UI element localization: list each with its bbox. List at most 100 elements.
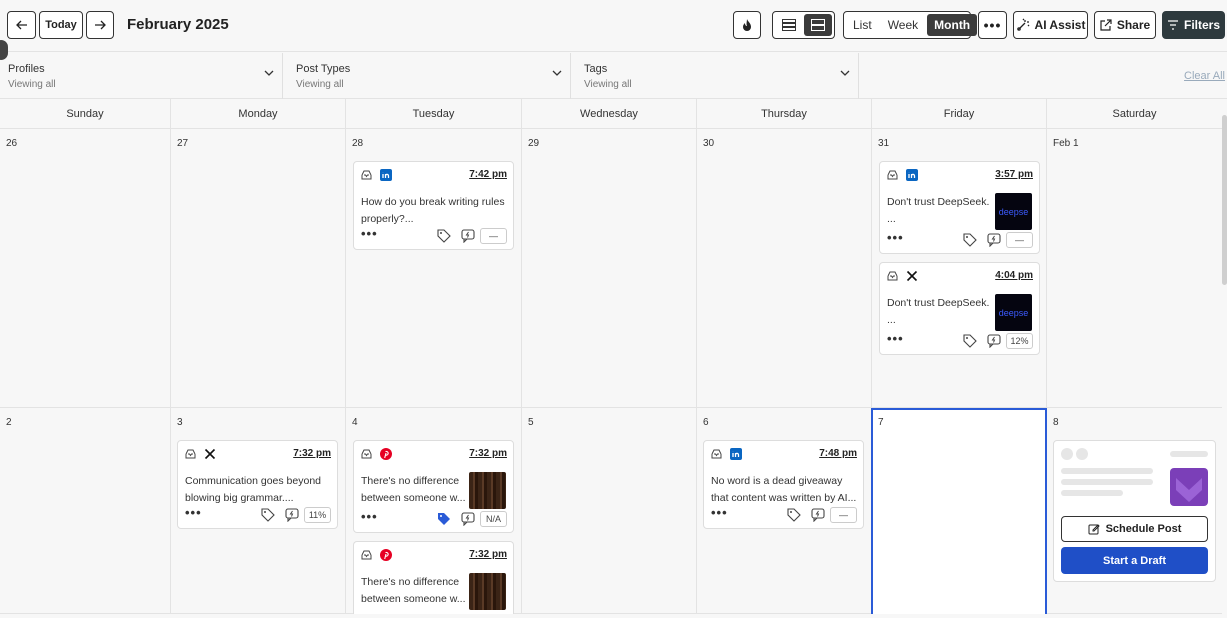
day-cell[interactable]: Feb 1	[1047, 129, 1222, 408]
day-number: 6	[703, 417, 709, 428]
comment-icon[interactable]	[811, 508, 825, 522]
day-number: 5	[528, 417, 534, 428]
schedule-post-button[interactable]: Schedule Post	[1061, 516, 1208, 542]
tag-filled-icon[interactable]	[437, 512, 451, 526]
inbox-icon	[185, 449, 196, 459]
post-time[interactable]: 7:42 pm	[469, 169, 507, 180]
post-card[interactable]: 7:42 pm How do you break writing rules pr…	[353, 161, 514, 250]
ai-assist-label: AI Assist	[1034, 18, 1086, 32]
comment-icon[interactable]	[987, 233, 1001, 247]
tag-icon[interactable]	[963, 334, 977, 348]
post-time[interactable]: 7:32 pm	[469, 448, 507, 459]
post-menu-icon[interactable]: •••	[887, 332, 904, 345]
skeleton-line	[1061, 490, 1123, 496]
post-menu-icon[interactable]: •••	[361, 510, 378, 523]
day-cell-today[interactable]: 7	[871, 408, 1047, 614]
post-text: Don't trust DeepSeek....	[887, 297, 990, 326]
score-badge: —	[480, 228, 507, 244]
new-post-card: Schedule Post Start a Draft	[1053, 440, 1216, 582]
today-button[interactable]: Today	[39, 11, 83, 39]
inbox-icon	[887, 170, 898, 180]
post-menu-icon[interactable]: •••	[887, 231, 904, 244]
post-time[interactable]: 3:57 pm	[995, 169, 1033, 180]
chevron-down-icon	[552, 70, 562, 76]
score-badge: 11%	[304, 507, 331, 523]
tag-icon[interactable]	[261, 508, 275, 522]
post-card[interactable]: 7:48 pm No word is a dead giveaway that c…	[703, 440, 864, 529]
inbox-icon	[361, 170, 372, 180]
prev-month-button[interactable]	[7, 11, 36, 39]
day-number: 4	[352, 417, 358, 428]
post-menu-icon[interactable]: •••	[185, 506, 202, 519]
filter-tags[interactable]: Tags Viewing all	[576, 53, 859, 99]
day-cell[interactable]: 30	[697, 129, 872, 408]
post-menu-icon[interactable]: •••	[361, 227, 378, 240]
post-time[interactable]: 7:32 pm	[469, 549, 507, 560]
comment-icon[interactable]	[285, 508, 299, 522]
view-list-button[interactable]: List	[846, 14, 879, 36]
score-badge: 12%	[1006, 333, 1033, 349]
flame-icon	[743, 19, 751, 31]
day-cell[interactable]: 27	[171, 129, 346, 408]
theme-toggle-button[interactable]	[733, 11, 761, 39]
compact-layout-button[interactable]	[775, 14, 802, 36]
day-cell[interactable]: 26	[0, 129, 171, 408]
filter-label: Post Types	[296, 63, 351, 75]
pinterest-icon	[380, 549, 392, 561]
filter-value: Viewing all	[584, 79, 632, 90]
top-toolbar: Today February 2025 List Week Month ••• …	[0, 0, 1227, 52]
weekday-header: Sunday	[0, 99, 171, 129]
post-card[interactable]: 7:32 pm Communication goes beyond blowing…	[177, 440, 338, 529]
chevron-down-icon	[264, 70, 274, 76]
view-week-button[interactable]: Week	[881, 14, 925, 36]
skeleton-line	[1170, 451, 1208, 457]
expanded-layout-button[interactable]	[804, 14, 832, 36]
vertical-scrollbar[interactable]	[1222, 115, 1227, 285]
skeleton-avatar	[1076, 448, 1088, 460]
comment-icon[interactable]	[461, 512, 475, 526]
post-text: Don't trust DeepSeek....	[887, 196, 990, 225]
day-number: 2	[6, 417, 12, 428]
post-thumbnail: deepse	[995, 294, 1032, 331]
day-cell[interactable]: 29	[522, 129, 697, 408]
post-card[interactable]: 3:57 pm Don't trust DeepSeek.... deepse …	[879, 161, 1040, 254]
post-time[interactable]: 7:48 pm	[819, 448, 857, 459]
filters-button[interactable]: Filters	[1162, 11, 1225, 39]
filter-post-types[interactable]: Post Types Viewing all	[288, 53, 571, 99]
layout-toggle	[772, 11, 835, 39]
pinterest-icon	[380, 448, 392, 460]
post-text: There's no difference between someone w..…	[361, 576, 466, 605]
post-text: There's no difference between someone w..…	[361, 475, 466, 504]
start-draft-button[interactable]: Start a Draft	[1061, 547, 1208, 574]
post-menu-icon[interactable]: •••	[711, 506, 728, 519]
tag-icon[interactable]	[787, 508, 801, 522]
wand-icon	[1016, 18, 1030, 31]
tag-icon[interactable]	[437, 229, 451, 243]
tag-icon[interactable]	[963, 233, 977, 247]
share-button[interactable]: Share	[1094, 11, 1156, 39]
filter-label: Profiles	[8, 63, 45, 75]
filter-profiles[interactable]: Profiles Viewing all	[0, 53, 283, 99]
next-month-button[interactable]	[86, 11, 114, 39]
day-cell[interactable]: 2	[0, 408, 171, 614]
day-cell[interactable]: 5	[522, 408, 697, 614]
post-time[interactable]: 7:32 pm	[293, 448, 331, 459]
view-month-button[interactable]: Month	[927, 14, 978, 36]
inbox-icon	[361, 550, 372, 560]
linkedin-icon	[380, 169, 392, 181]
comment-icon[interactable]	[461, 229, 475, 243]
post-card[interactable]: 4:04 pm Don't trust DeepSeek.... deepse …	[879, 262, 1040, 355]
page-title: February 2025	[127, 16, 229, 33]
linkedin-icon	[730, 448, 742, 460]
grid-rows-icon	[811, 19, 825, 31]
external-link-icon	[1100, 19, 1112, 31]
more-options-button[interactable]: •••	[978, 11, 1007, 39]
post-card[interactable]: 7:32 pm There's no difference between som…	[353, 440, 514, 533]
ai-assist-button[interactable]: AI Assist	[1013, 11, 1088, 39]
comment-icon[interactable]	[987, 334, 1001, 348]
clear-all-link[interactable]: Clear All	[1184, 70, 1225, 82]
post-card[interactable]: 7:32 pm There's no difference between som…	[353, 541, 514, 614]
post-time[interactable]: 4:04 pm	[995, 270, 1033, 281]
weekday-header: Tuesday	[346, 99, 522, 129]
inbox-icon	[711, 449, 722, 459]
